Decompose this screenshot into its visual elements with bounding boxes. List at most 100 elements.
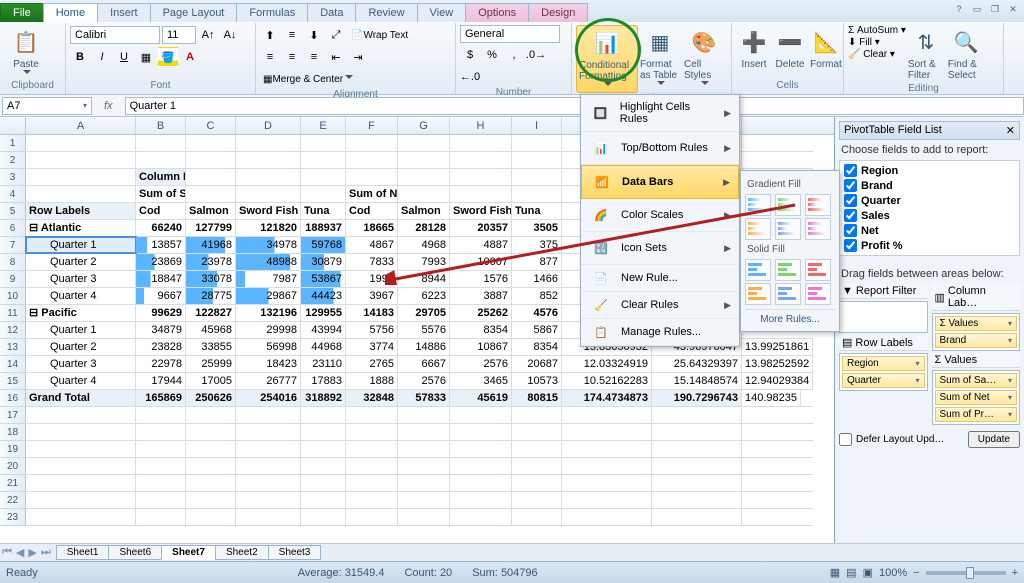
cell[interactable]: [652, 424, 742, 440]
cell[interactable]: [450, 441, 512, 457]
row-header-12[interactable]: 12: [0, 322, 26, 339]
row-header-22[interactable]: 22: [0, 492, 26, 509]
cf-clear-rules[interactable]: 🧹Clear Rules▶: [581, 292, 739, 319]
view-layout-icon[interactable]: ▤: [846, 566, 856, 579]
cell[interactable]: [186, 441, 236, 457]
cell[interactable]: [186, 152, 236, 168]
cell[interactable]: [398, 152, 450, 168]
view-normal-icon[interactable]: ▦: [830, 566, 840, 579]
cell[interactable]: 122827: [186, 305, 236, 321]
cell[interactable]: [398, 509, 450, 525]
bold-button[interactable]: B: [70, 47, 90, 67]
cell[interactable]: [236, 475, 301, 491]
cell[interactable]: 8354: [450, 322, 512, 338]
sheet-tab-sheet3[interactable]: Sheet3: [268, 545, 322, 560]
area-rows[interactable]: Region▾Quarter▾: [839, 353, 928, 391]
restore-icon[interactable]: ❐: [988, 2, 1002, 16]
cell[interactable]: 129955: [301, 305, 346, 321]
cell[interactable]: 1998: [346, 271, 398, 287]
cell[interactable]: [186, 424, 236, 440]
cell[interactable]: 121820: [236, 220, 301, 236]
row-header-21[interactable]: 21: [0, 475, 26, 492]
cell[interactable]: [136, 492, 186, 508]
decrease-font-icon[interactable]: A↓: [220, 25, 240, 45]
cell[interactable]: [136, 424, 186, 440]
increase-decimal-icon[interactable]: .0→: [526, 45, 546, 65]
cell[interactable]: [346, 441, 398, 457]
cell[interactable]: [301, 458, 346, 474]
cell[interactable]: 4968: [398, 237, 450, 253]
cell[interactable]: Quarter 1: [26, 322, 136, 338]
cell[interactable]: 190.7296743: [652, 390, 742, 406]
cell[interactable]: [562, 458, 652, 474]
font-size-box[interactable]: [162, 26, 196, 44]
cell[interactable]: 7987: [236, 271, 301, 287]
cell[interactable]: [136, 509, 186, 525]
zoom-out-icon[interactable]: −: [913, 567, 919, 579]
cell[interactable]: 1888: [346, 373, 398, 389]
cell[interactable]: [652, 441, 742, 457]
field-brand[interactable]: Brand: [842, 178, 1017, 193]
cell[interactable]: [136, 152, 186, 168]
select-all-corner[interactable]: [0, 117, 26, 134]
area-cols[interactable]: Σ Values▾Brand▾: [932, 313, 1021, 351]
cell[interactable]: [301, 424, 346, 440]
cell[interactable]: 140.98235: [742, 390, 801, 406]
cell[interactable]: [450, 152, 512, 168]
cell[interactable]: [562, 509, 652, 525]
cell[interactable]: [398, 407, 450, 423]
cell[interactable]: [652, 407, 742, 423]
cell[interactable]: [398, 458, 450, 474]
row-header-3[interactable]: 3: [0, 169, 26, 186]
cell[interactable]: Quarter 4: [26, 373, 136, 389]
cell[interactable]: 30879: [301, 254, 346, 270]
cell[interactable]: 99629: [136, 305, 186, 321]
cell[interactable]: [450, 135, 512, 151]
cell[interactable]: 174.4734873: [562, 390, 652, 406]
cell[interactable]: [26, 186, 136, 202]
currency-icon[interactable]: $: [460, 45, 480, 65]
field-net[interactable]: Net: [842, 223, 1017, 238]
col-header-A[interactable]: A: [26, 117, 136, 134]
tab-nav-prev-icon[interactable]: ◀: [14, 546, 26, 559]
cell[interactable]: [301, 475, 346, 491]
cell[interactable]: 29867: [236, 288, 301, 304]
tab-page-layout[interactable]: Page Layout: [150, 3, 238, 22]
cell[interactable]: [450, 509, 512, 525]
cell[interactable]: [652, 492, 742, 508]
cell[interactable]: [301, 186, 346, 202]
cell[interactable]: [346, 424, 398, 440]
cell[interactable]: [236, 152, 301, 168]
cell[interactable]: 20357: [450, 220, 512, 236]
cell[interactable]: [236, 424, 301, 440]
cell[interactable]: 53867: [301, 271, 346, 287]
cell-styles-button[interactable]: 🎨 Cell Styles: [682, 25, 726, 93]
cell[interactable]: [301, 509, 346, 525]
cell[interactable]: [398, 424, 450, 440]
align-center-icon[interactable]: ≡: [282, 47, 302, 67]
cell[interactable]: 59768: [301, 237, 346, 253]
col-header-E[interactable]: E: [301, 117, 346, 134]
col-header-D[interactable]: D: [236, 117, 301, 134]
cell[interactable]: [346, 475, 398, 491]
cell[interactable]: ⊟ Pacific: [26, 305, 136, 321]
cell[interactable]: 10867: [450, 339, 512, 355]
cell[interactable]: 3774: [346, 339, 398, 355]
close-icon[interactable]: ✕: [1006, 2, 1020, 16]
cell[interactable]: 29998: [236, 322, 301, 338]
help-icon[interactable]: ?: [952, 2, 966, 16]
tab-options[interactable]: Options: [465, 3, 529, 22]
cell[interactable]: 44968: [301, 339, 346, 355]
tab-view[interactable]: View: [417, 3, 467, 22]
cell[interactable]: Quarter 3: [26, 271, 136, 287]
merge-center-button[interactable]: ▦ Merge & Center: [260, 69, 356, 89]
sheet-tab-sheet2[interactable]: Sheet2: [215, 545, 269, 560]
cell[interactable]: [236, 509, 301, 525]
cell[interactable]: 1466: [512, 271, 562, 287]
cell[interactable]: Sword Fish: [236, 203, 301, 219]
cell[interactable]: Tuna: [301, 203, 346, 219]
cell[interactable]: 7833: [346, 254, 398, 270]
databar-swatch[interactable]: [805, 218, 831, 240]
cell[interactable]: 188937: [301, 220, 346, 236]
drag-item[interactable]: Region▾: [842, 356, 925, 371]
